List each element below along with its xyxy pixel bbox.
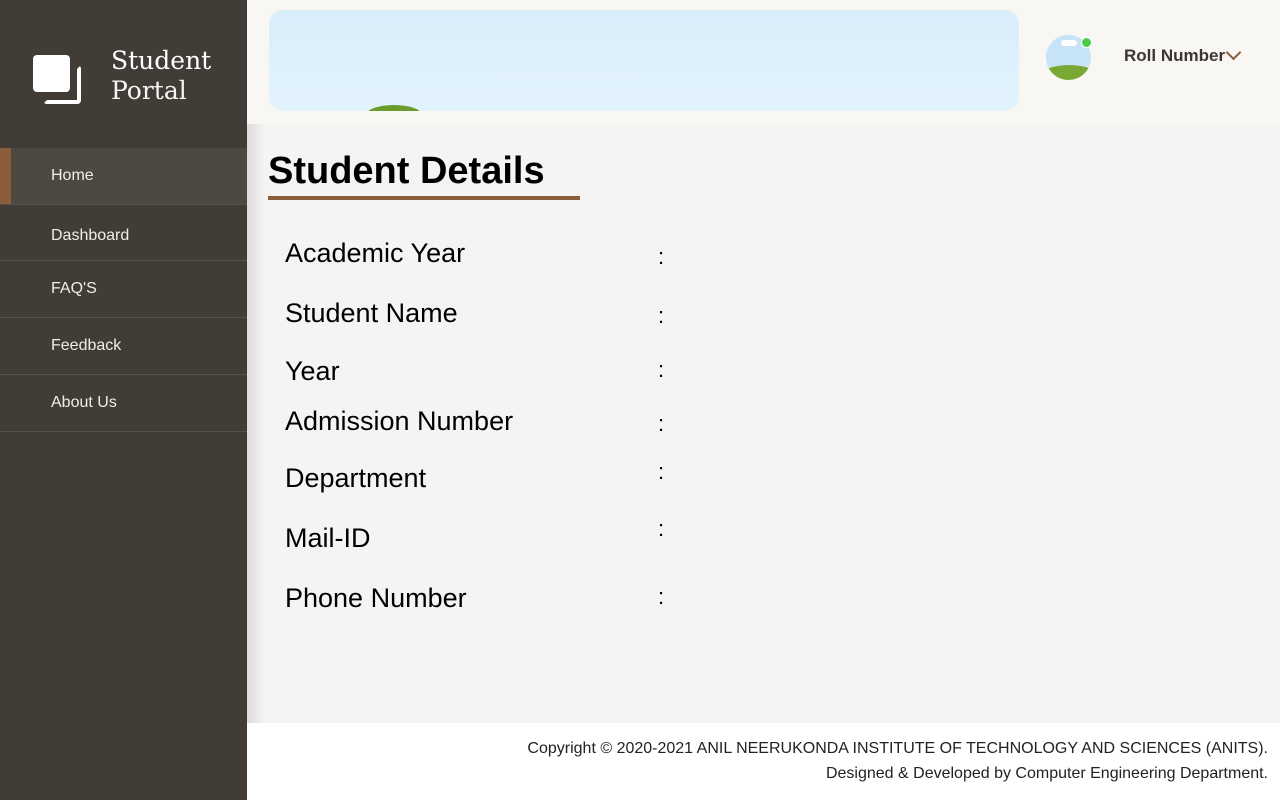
hill-illustration bbox=[366, 105, 422, 111]
sidebar: Student Portal Home Dashboard FAQ'S Feed… bbox=[0, 0, 247, 800]
sidebar-item-label: About Us bbox=[51, 394, 117, 411]
brand-title-line2: Portal bbox=[111, 76, 187, 105]
brand-title: Student Portal bbox=[111, 46, 211, 106]
sidebar-item-label: Dashboard bbox=[51, 226, 130, 244]
sidebar-item-about-us[interactable]: About Us bbox=[0, 375, 247, 432]
credits-text: Designed & Developed by Computer Enginee… bbox=[825, 765, 1268, 782]
field-separator: : bbox=[658, 411, 665, 436]
brand-title-line1: Student bbox=[111, 46, 212, 75]
stacked-squares-icon bbox=[33, 55, 81, 104]
sidebar-nav: Home Dashboard FAQ'S Feedback About Us bbox=[0, 148, 247, 432]
sidebar-item-home[interactable]: Home bbox=[0, 148, 247, 205]
footer: Copyright © 2020-2021 ANIL NEERUKONDA IN… bbox=[247, 723, 1280, 800]
field-label-phone-number: Phone Number bbox=[285, 583, 467, 613]
title-underline bbox=[268, 196, 580, 200]
sidebar-item-label: FAQ'S bbox=[51, 280, 97, 297]
sidebar-item-dashboard[interactable]: Dashboard bbox=[0, 205, 247, 261]
field-separator: : bbox=[658, 357, 665, 382]
header: Roll Number bbox=[247, 0, 1280, 124]
brand: Student Portal bbox=[0, 0, 247, 148]
field-separator: : bbox=[658, 584, 665, 609]
copyright-text: Copyright © 2020-2021 ANIL NEERUKONDA IN… bbox=[527, 740, 1268, 757]
field-label-academic-year: Academic Year bbox=[285, 238, 466, 268]
sidebar-item-label: Home bbox=[51, 167, 94, 184]
field-label-admission-number: Admission Number bbox=[285, 406, 514, 436]
online-status-indicator bbox=[1081, 37, 1092, 48]
field-label-mail-id: Mail-ID bbox=[285, 523, 371, 553]
page-title: Student Details bbox=[268, 150, 545, 192]
field-label-student-name: Student Name bbox=[285, 298, 458, 328]
field-label-department: Department bbox=[285, 463, 427, 493]
sidebar-item-label: Feedback bbox=[51, 337, 122, 354]
user-menu-dropdown[interactable]: Roll Number bbox=[1124, 44, 1242, 66]
field-separator: : bbox=[658, 303, 665, 328]
user-menu-label: Roll Number bbox=[1124, 46, 1226, 65]
sidebar-item-feedback[interactable]: Feedback bbox=[0, 318, 247, 375]
field-separator: : bbox=[658, 459, 665, 484]
field-separator: : bbox=[658, 516, 665, 541]
sidebar-item-faqs[interactable]: FAQ'S bbox=[0, 261, 247, 318]
chevron-down-icon bbox=[1225, 44, 1242, 61]
field-label-year: Year bbox=[285, 356, 340, 386]
header-banner bbox=[269, 10, 1019, 111]
field-separator: : bbox=[658, 244, 665, 269]
